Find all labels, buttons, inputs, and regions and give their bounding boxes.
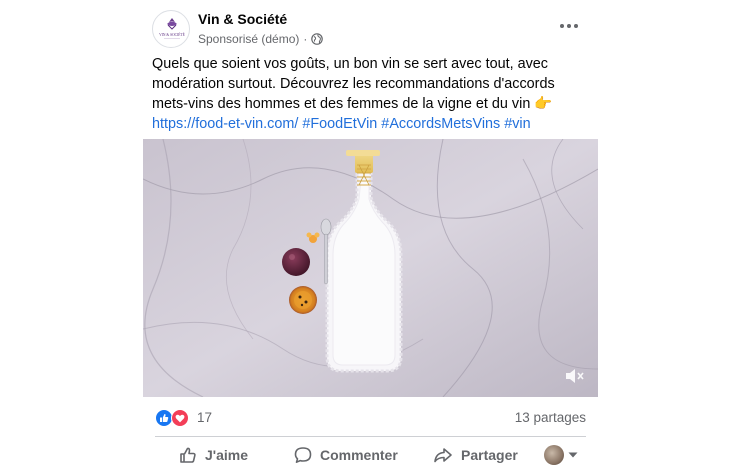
- sponsored-label[interactable]: Sponsorisé (démo): [198, 32, 299, 46]
- avatar-text: VIN & SOCIÉTÉ: [159, 32, 186, 37]
- sponsored-post: VIN & SOCIÉTÉ Vin & Société Sponsorisé (…: [143, 0, 598, 470]
- message-link[interactable]: https://food-et-vin.com/: [152, 116, 298, 132]
- post-header: VIN & SOCIÉTÉ Vin & Société Sponsorisé (…: [143, 8, 598, 50]
- page-name-link[interactable]: Vin & Société: [198, 11, 287, 27]
- share-button[interactable]: Partager: [433, 442, 518, 468]
- video-frame: [143, 139, 598, 397]
- message-text: Quels que soient vos goûts, un bon vin s…: [152, 56, 555, 112]
- share-as-selector[interactable]: [544, 445, 578, 465]
- thumbs-up-icon: [180, 447, 196, 463]
- share-label: Partager: [461, 447, 518, 463]
- love-reaction-icon: [171, 409, 189, 427]
- message-hashtags[interactable]: #FoodEtVin #AccordsMetsVins #vin: [298, 116, 530, 132]
- post-actions: J'aime Commenter Partager: [143, 440, 598, 470]
- share-arrow-icon: [434, 448, 452, 463]
- more-options-button[interactable]: [556, 16, 582, 36]
- ellipsis-icon: [560, 24, 578, 28]
- shares-count[interactable]: 13 partages: [515, 410, 586, 425]
- mute-button[interactable]: [564, 367, 586, 385]
- post-meta: Sponsorisé (démo) ·: [198, 32, 324, 46]
- comment-icon: [294, 447, 312, 463]
- reactions-row: 17 13 partages: [155, 406, 586, 430]
- post-video[interactable]: [143, 139, 598, 397]
- globe-icon: [311, 33, 324, 45]
- post-message: Quels que soient vos goûts, un bon vin s…: [152, 54, 592, 134]
- like-button[interactable]: J'aime: [179, 442, 248, 468]
- page-avatar[interactable]: VIN & SOCIÉTÉ: [152, 10, 190, 48]
- reaction-count[interactable]: 17: [197, 410, 212, 425]
- user-avatar: [544, 445, 564, 465]
- like-label: J'aime: [205, 447, 249, 463]
- comment-label: Commenter: [320, 447, 398, 463]
- meta-separator: ·: [303, 32, 308, 46]
- speaker-muted-icon: [566, 369, 584, 383]
- caret-down-icon: [568, 452, 578, 458]
- like-reaction-icon: [155, 409, 173, 427]
- comment-button[interactable]: Commenter: [294, 442, 398, 468]
- reaction-icons[interactable]: [155, 409, 191, 427]
- actions-divider: [155, 436, 586, 437]
